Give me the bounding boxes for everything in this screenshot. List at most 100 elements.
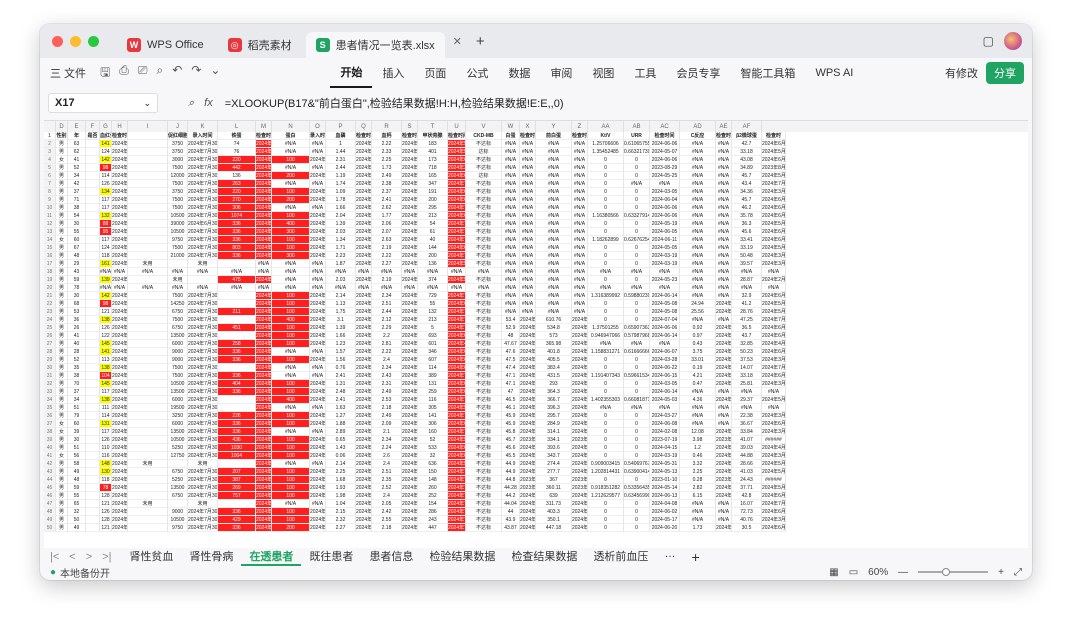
table-cell[interactable]: #N/A	[520, 220, 536, 228]
table-cell[interactable]: #N/A	[650, 180, 680, 188]
table-cell[interactable]: 2024年7月30日	[188, 316, 218, 324]
table-cell[interactable]: 118	[100, 252, 112, 260]
table-cell[interactable]: 10500	[168, 212, 188, 220]
table-cell[interactable]: #N/A	[680, 268, 716, 276]
table-cell[interactable]: 2024年6月6日	[448, 212, 466, 220]
table-cell[interactable]: 2024年7月12日	[402, 500, 418, 508]
table-cell[interactable]: 2024年6月6日	[356, 188, 372, 196]
table-cell[interactable]	[86, 196, 100, 204]
table-cell[interactable]: 47.1	[502, 380, 520, 388]
table-cell[interactable]: 1.57	[326, 348, 356, 356]
table-cell[interactable]: 0.76	[326, 364, 356, 372]
table-cell[interactable]: #N/A	[310, 284, 326, 292]
table-cell[interactable]: 405.5	[536, 356, 572, 364]
table-cell[interactable]: 0	[588, 172, 624, 180]
table-cell[interactable]: 116	[418, 396, 448, 404]
table-cell[interactable]: 不达标	[466, 516, 502, 524]
table-cell[interactable]	[128, 180, 168, 188]
table-cell[interactable]: 2.52	[372, 484, 402, 492]
table-cell[interactable]: 10500	[168, 228, 188, 236]
table-cell[interactable]: 3.75	[680, 348, 716, 356]
backup-icon[interactable]: ●	[50, 567, 56, 578]
row-number[interactable]: 49	[44, 516, 56, 524]
table-cell[interactable]: 311.73	[536, 500, 572, 508]
table-cell[interactable]: 5	[418, 324, 448, 332]
table-cell[interactable]: #N/A	[732, 388, 762, 396]
header-cell[interactable]	[128, 132, 168, 140]
row-number[interactable]: 2	[44, 140, 56, 148]
table-cell[interactable]: 2024年6月	[716, 332, 732, 340]
table-cell[interactable]: 2024年3月25日	[356, 164, 372, 172]
table-cell[interactable]	[86, 372, 100, 380]
table-cell[interactable]: 213	[418, 316, 448, 324]
table-cell[interactable]: 2024年7月30日	[188, 516, 218, 524]
table-cell[interactable]: 0.65	[326, 436, 356, 444]
table-cell[interactable]: #N/A	[716, 508, 732, 516]
table-cell[interactable]: #N/A	[536, 268, 572, 276]
table-cell[interactable]	[218, 500, 256, 508]
table-cell[interactable]: 2024年7月13日	[256, 332, 272, 340]
table-cell[interactable]: 2024年6月30日	[188, 220, 218, 228]
table-cell[interactable]: 347	[418, 180, 448, 188]
table-cell[interactable]: 0	[624, 260, 650, 268]
table-cell[interactable]: 404	[218, 380, 256, 388]
table-cell[interactable]: 2024年6月14日	[356, 332, 372, 340]
table-cell[interactable]: 2024年7月8日	[356, 220, 372, 228]
table-cell[interactable]: 不达标	[466, 356, 502, 364]
next-sheet-icon[interactable]: >	[86, 551, 92, 563]
table-cell[interactable]: 9000	[168, 508, 188, 516]
table-cell[interactable]: 0	[624, 228, 650, 236]
table-cell[interactable]: 2024年7月8日	[310, 484, 326, 492]
table-cell[interactable]: 360.11	[536, 484, 572, 492]
row-number[interactable]: 25	[44, 324, 56, 332]
table-cell[interactable]: #N/A	[536, 244, 572, 252]
column-header[interactable]: U	[448, 121, 466, 132]
table-cell[interactable]: 2024年6月13日	[572, 492, 588, 500]
table-cell[interactable]: 2024年7月30日	[188, 420, 218, 428]
table-cell[interactable]: 2024-05-08	[650, 308, 680, 316]
table-cell[interactable]	[86, 228, 100, 236]
header-cell[interactable]: 蛋白	[272, 132, 310, 140]
table-cell[interactable]: 2024年6月6日	[310, 436, 326, 444]
table-cell[interactable]: 2024年5月31日	[112, 148, 128, 156]
table-cell[interactable]: #N/A	[520, 236, 536, 244]
table-cell[interactable]: 2024年7月13日	[356, 428, 372, 436]
table-cell[interactable]: 534.8	[536, 324, 572, 332]
table-cell[interactable]: 2024年7月13日	[520, 428, 536, 436]
table-cell[interactable]: 104	[100, 372, 112, 380]
table-cell[interactable]: 2024年5月31日	[112, 460, 128, 468]
table-cell[interactable]: #N/A	[716, 148, 732, 156]
table-cell[interactable]	[128, 316, 168, 324]
table-cell[interactable]: 2024年6月28日	[356, 364, 372, 372]
table-cell[interactable]: #N/A	[520, 196, 536, 204]
table-cell[interactable]: 2024年7月28日	[402, 252, 418, 260]
table-cell[interactable]: 不达标	[466, 324, 502, 332]
table-cell[interactable]: 2.12	[372, 316, 402, 324]
table-cell[interactable]	[128, 476, 168, 484]
table-cell[interactable]: #N/A	[326, 284, 356, 292]
table-cell[interactable]	[128, 396, 168, 404]
table-cell[interactable]: 男	[56, 340, 68, 348]
table-cell[interactable]: 53	[68, 308, 86, 316]
table-cell[interactable]: 34.89	[732, 164, 762, 172]
table-cell[interactable]	[86, 332, 100, 340]
table-cell[interactable]: 2024-06-04	[650, 196, 680, 204]
table-cell[interactable]	[168, 460, 188, 468]
table-cell[interactable]: 男	[56, 244, 68, 252]
table-cell[interactable]: 不达标	[466, 388, 502, 396]
column-header[interactable]: AF	[732, 121, 762, 132]
table-cell[interactable]	[86, 148, 100, 156]
table-cell[interactable]: #N/A	[536, 260, 572, 268]
table-cell[interactable]	[218, 396, 256, 404]
table-cell[interactable]: #N/A	[716, 228, 732, 236]
row-number[interactable]: 9	[44, 196, 56, 204]
table-cell[interactable]: 2024年7月30日	[448, 492, 466, 500]
table-cell[interactable]: #N/A	[310, 148, 326, 156]
table-cell[interactable]: 不达标	[466, 476, 502, 484]
table-cell[interactable]: 2024年4月11日	[572, 340, 588, 348]
table-cell[interactable]: 59	[68, 484, 86, 492]
table-cell[interactable]: 1.04	[326, 500, 356, 508]
table-cell[interactable]: 2024年6月	[762, 348, 786, 356]
table-cell[interactable]: 803	[218, 244, 256, 252]
table-cell[interactable]: 263	[218, 180, 256, 188]
